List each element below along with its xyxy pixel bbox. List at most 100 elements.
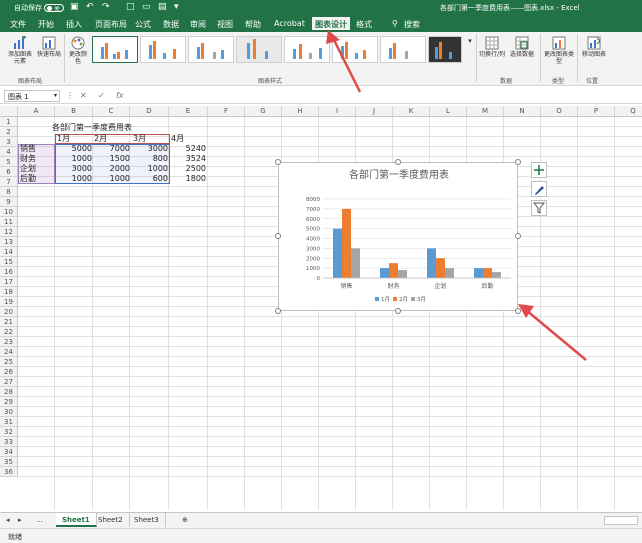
horizontal-scrollbar[interactable] xyxy=(604,516,638,525)
cell-header-jan[interactable]: 1月 xyxy=(57,134,70,144)
row-header[interactable]: 20 xyxy=(0,307,18,317)
row-header[interactable]: 34 xyxy=(0,447,18,457)
row-header[interactable]: 33 xyxy=(0,437,18,447)
tab-review[interactable]: 审阅 xyxy=(190,19,206,30)
change-colors-button[interactable]: 更改颜色 xyxy=(67,36,89,65)
row-header[interactable]: 22 xyxy=(0,327,18,337)
formula-input[interactable] xyxy=(136,91,636,103)
row-header[interactable]: 2 xyxy=(0,127,18,137)
tab-page-layout[interactable]: 页面布局 xyxy=(95,19,127,30)
tab-format[interactable]: 格式 xyxy=(356,19,372,30)
column-header[interactable]: L xyxy=(430,106,467,117)
customize-toolbar-icon[interactable]: ▾ xyxy=(174,2,179,12)
column-header[interactable]: I xyxy=(319,106,356,117)
chart-style-6[interactable] xyxy=(332,36,378,63)
column-header[interactable]: F xyxy=(208,106,245,117)
name-box-dropdown-icon[interactable]: ▾ xyxy=(54,92,57,99)
row-header[interactable]: 6 xyxy=(0,167,18,177)
tab-insert[interactable]: 插入 xyxy=(66,19,82,30)
row-header[interactable]: 18 xyxy=(0,287,18,297)
row-header[interactable]: 35 xyxy=(0,457,18,467)
tab-chart-design[interactable]: 图表设计 xyxy=(312,17,350,32)
row-header[interactable]: 15 xyxy=(0,257,18,267)
row-header[interactable]: 5 xyxy=(0,157,18,167)
column-header[interactable]: J xyxy=(356,106,393,117)
cell-header-apr[interactable]: 4月 xyxy=(171,134,184,144)
chart-bar[interactable] xyxy=(351,248,360,278)
change-chart-type-button[interactable]: 更改图表类型 xyxy=(543,36,575,65)
row-header[interactable]: 16 xyxy=(0,267,18,277)
column-header[interactable]: N xyxy=(504,106,541,117)
cell-dept[interactable]: 后勤 xyxy=(20,174,36,184)
clustered-column-chart[interactable]: 各部门第一季度费用表 0 1000 2000 3000 4000 5000 6000 7000… xyxy=(279,163,519,312)
more-tabs-icon[interactable]: … xyxy=(34,513,45,527)
tab-view[interactable]: 视图 xyxy=(217,19,233,30)
tab-formulas[interactable]: 公式 xyxy=(135,19,151,30)
row-header[interactable]: 1 xyxy=(0,117,18,127)
sheet-tab-sheet3[interactable]: Sheet3 xyxy=(128,513,166,527)
chart-object[interactable]: 各部门第一季度费用表 0 1000 2000 3000 4000 5000 6000 7000… xyxy=(278,162,518,311)
chart-style-3[interactable] xyxy=(188,36,234,63)
cancel-icon[interactable]: ✕ xyxy=(80,91,87,100)
resize-handle-bottom[interactable] xyxy=(395,308,401,314)
cell-value[interactable]: 1000 xyxy=(131,164,168,174)
cell-value[interactable]: 600 xyxy=(131,174,168,184)
quick-layout-button[interactable]: 快速布局 xyxy=(36,36,62,58)
select-data-button[interactable]: 选择数据 xyxy=(508,36,536,58)
autosave-toggle[interactable]: 关 xyxy=(44,4,64,13)
row-header[interactable]: 27 xyxy=(0,377,18,387)
new-file-icon[interactable]: □ xyxy=(126,2,135,12)
column-header[interactable]: E xyxy=(169,106,208,117)
column-header[interactable]: Q xyxy=(615,106,642,117)
cell-value[interactable]: 1000 xyxy=(56,154,92,164)
chart-bar[interactable] xyxy=(445,268,454,278)
chart-styles-gallery[interactable] xyxy=(92,36,464,66)
add-chart-element-button[interactable]: 添加图表元素 xyxy=(6,36,34,65)
scroll-tabs-right-icon[interactable]: ▸ xyxy=(16,513,24,527)
cell-value[interactable]: 1800 xyxy=(170,174,206,184)
chart-bar[interactable] xyxy=(492,272,501,278)
column-header[interactable]: P xyxy=(578,106,615,117)
resize-handle-top-left[interactable] xyxy=(275,159,281,165)
sheet-tab-sheet2[interactable]: Sheet2 xyxy=(92,513,130,527)
select-all-corner[interactable] xyxy=(0,106,18,117)
resize-handle-top[interactable] xyxy=(395,159,401,165)
resize-handle-right[interactable] xyxy=(515,233,521,239)
row-header[interactable]: 25 xyxy=(0,357,18,367)
chart-bar[interactable] xyxy=(380,268,389,278)
chart-bar[interactable] xyxy=(342,208,351,278)
cell-table-title[interactable]: 各部门第一季度费用表 xyxy=(52,123,132,133)
row-header[interactable]: 30 xyxy=(0,407,18,417)
row-header[interactable]: 8 xyxy=(0,187,18,197)
switch-row-column-button[interactable]: 切换行/列 xyxy=(478,36,506,58)
tab-search[interactable]: 搜索 xyxy=(404,19,420,30)
cell-value[interactable]: 3000 xyxy=(131,144,168,154)
name-box[interactable]: 图表 1 ▾ xyxy=(4,90,60,102)
row-header[interactable]: 9 xyxy=(0,197,18,207)
print-icon[interactable]: ▤ xyxy=(158,2,167,12)
new-sheet-icon[interactable]: ⊕ xyxy=(176,513,194,527)
row-header[interactable]: 3 xyxy=(0,137,18,147)
chart-style-8[interactable] xyxy=(428,36,462,63)
cell-value[interactable]: 1500 xyxy=(94,154,130,164)
cell-value[interactable]: 5240 xyxy=(170,144,206,154)
chart-bar[interactable] xyxy=(436,258,445,278)
row-header[interactable]: 10 xyxy=(0,207,18,217)
scroll-tabs-left-icon[interactable]: ◂ xyxy=(4,513,12,527)
gallery-scroll-down-icon[interactable]: ▾ xyxy=(466,38,474,45)
resize-handle-top-right[interactable] xyxy=(515,159,521,165)
tab-home[interactable]: 开始 xyxy=(38,19,54,30)
tab-help[interactable]: 帮助 xyxy=(245,19,261,30)
chart-bar[interactable] xyxy=(398,270,407,278)
column-header[interactable]: H xyxy=(282,106,319,117)
legend-label[interactable]: 2月 xyxy=(399,296,408,303)
chart-bar[interactable] xyxy=(389,263,398,278)
row-header[interactable]: 31 xyxy=(0,417,18,427)
chart-style-4[interactable] xyxy=(236,36,282,63)
sheet-tab-sheet1[interactable]: Sheet1 xyxy=(56,513,97,527)
cell-dept[interactable]: 企划 xyxy=(20,164,36,174)
redo-icon[interactable]: ↷ xyxy=(102,2,110,12)
search-icon[interactable]: ⚲ xyxy=(392,19,398,28)
legend-label[interactable]: 3月 xyxy=(417,296,426,303)
row-header[interactable]: 17 xyxy=(0,277,18,287)
